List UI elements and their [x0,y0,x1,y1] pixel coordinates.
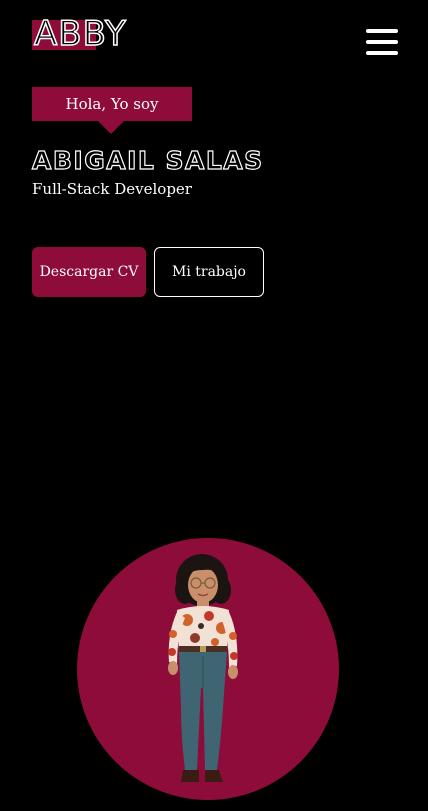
hero-role: Full-Stack Developer [32,180,192,198]
avatar [77,538,339,800]
menu-bar-middle [366,40,398,44]
avatar-figure-illustration [168,554,238,782]
hero-name: ABIGAIL SALAS [31,145,264,175]
greeting-badge-arrow [98,121,124,134]
menu-bar-top [366,29,398,33]
greeting-badge: Hola, Yo soy [32,87,192,121]
menu-bar-bottom [366,51,398,55]
page: ABBY Hola, Yo soy ABIGAIL SALAS Full-Sta… [0,0,428,811]
avatar-background-circle [77,538,339,800]
download-cv-button[interactable]: Descargar CV [32,247,146,297]
my-work-button[interactable]: Mi trabajo [154,247,264,297]
logo[interactable]: ABBY [32,14,154,54]
hamburger-menu-icon[interactable] [366,29,398,59]
logo-text: ABBY [33,14,127,54]
